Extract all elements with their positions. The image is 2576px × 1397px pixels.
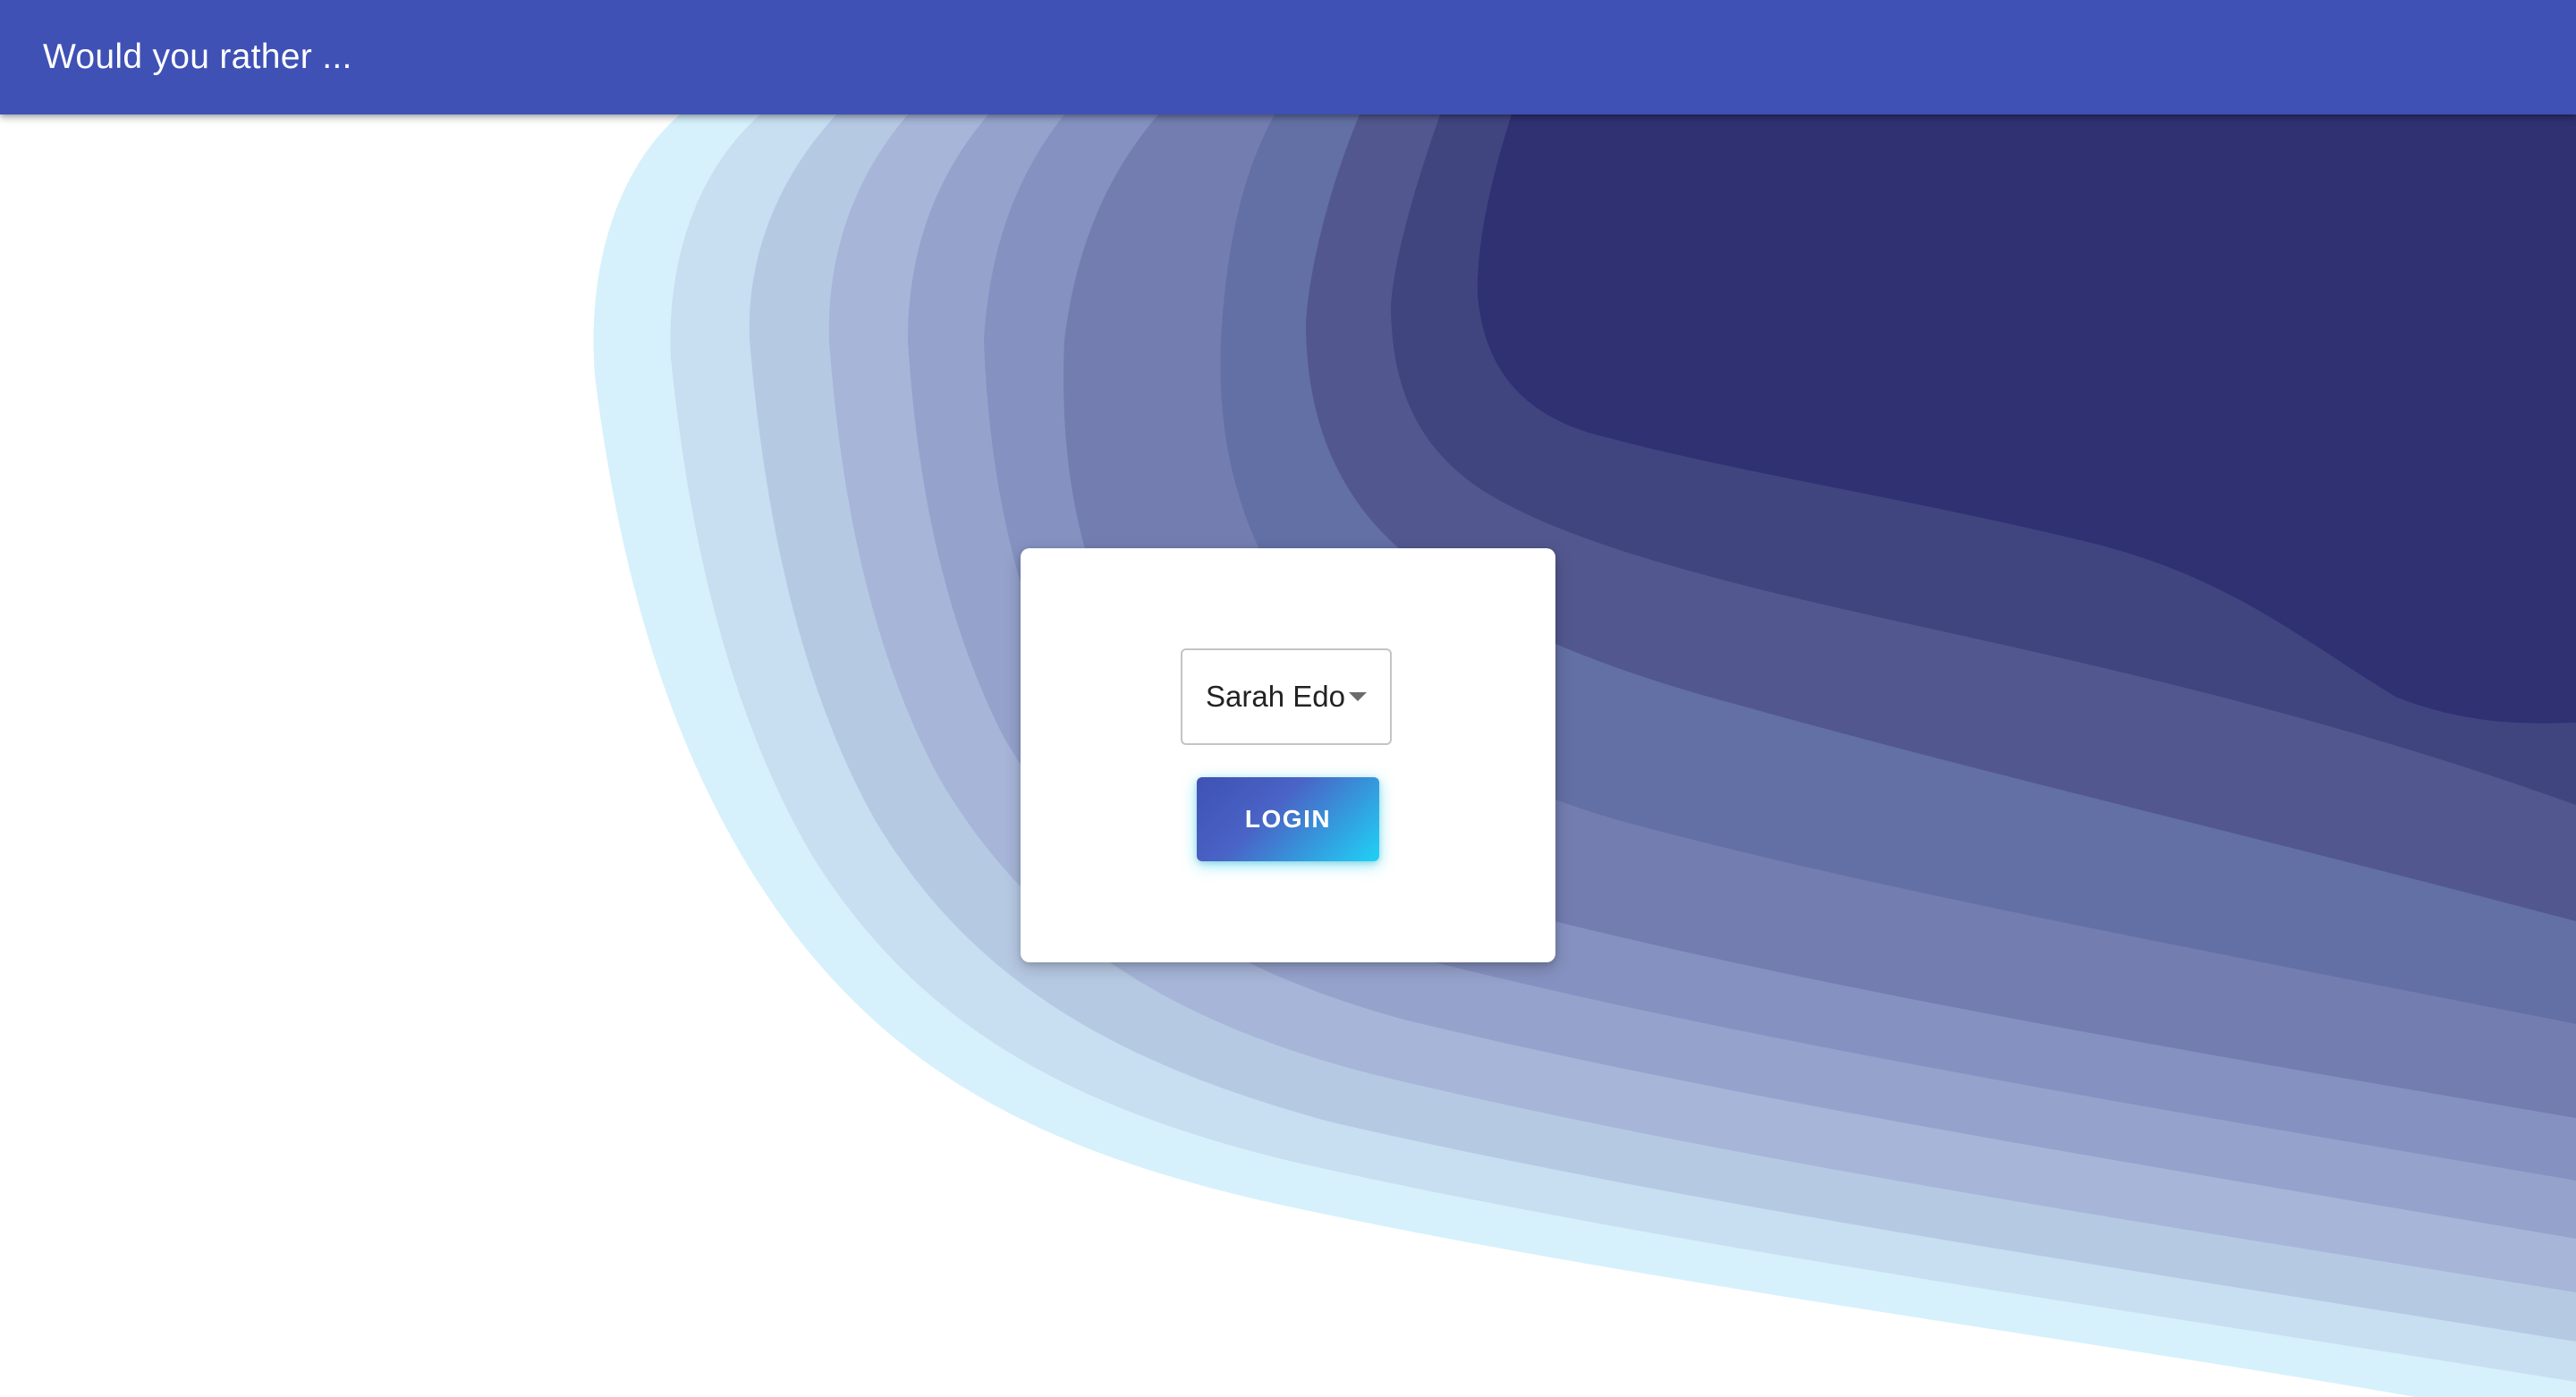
user-select[interactable]: Sarah Edo xyxy=(1181,648,1392,745)
app-title: Would you rather ... xyxy=(43,38,352,76)
user-select-value: Sarah Edo xyxy=(1206,680,1345,713)
app-bar: Would you rather ... xyxy=(0,0,2576,114)
login-card: Sarah Edo LOGIN xyxy=(1021,548,1555,962)
login-button[interactable]: LOGIN xyxy=(1197,777,1379,861)
chevron-down-icon xyxy=(1349,692,1367,701)
